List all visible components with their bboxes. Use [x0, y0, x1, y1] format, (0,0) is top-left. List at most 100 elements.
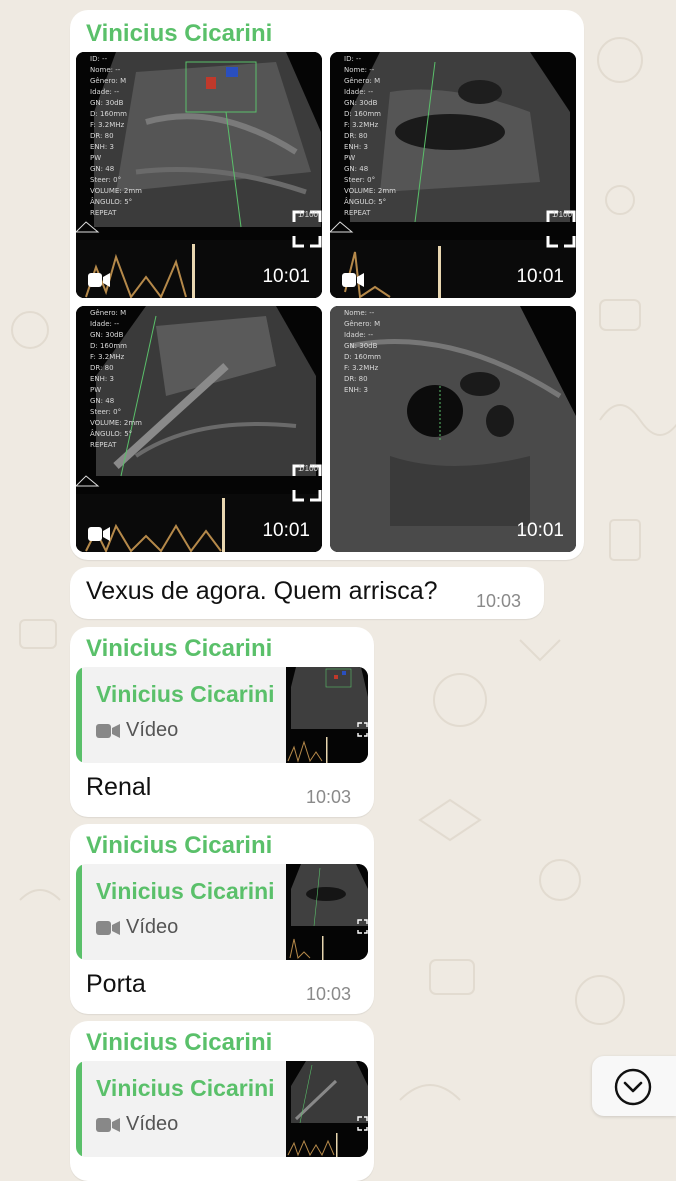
overlay-gain: GN: 30dB [344, 99, 378, 107]
reply-caption-2: Porta [86, 970, 146, 998]
overlay-gain: GN: 30dB [90, 99, 124, 107]
overlay-volume: VOLUME: 2mm [90, 187, 142, 195]
video-camera-icon [96, 724, 120, 738]
video-camera-icon [88, 527, 110, 541]
video-thumbnail-4[interactable]: Nome: -- Gênero: M Idade: -- GN: 30dB D:… [330, 306, 576, 552]
overlay-dr: DR: 80 [90, 132, 114, 140]
overlay-pw: PW [90, 386, 102, 394]
quoted-video-thumbnail-3 [286, 1061, 368, 1157]
overlay-freq: F: 3.2MHz [344, 364, 379, 372]
quote-accent-bar [76, 1061, 82, 1157]
quoted-video-thumbnail-1 [286, 667, 368, 763]
overlay-age: Idade: -- [344, 88, 374, 96]
tile-time-2: 10:01 [516, 266, 564, 287]
overlay-gender: Gênero: M [90, 309, 127, 317]
overlay-angle: ÂNGULO: 5° [344, 198, 387, 206]
video-camera-icon [88, 273, 110, 287]
message-text: Vexus de agora. Quem arrisca? [86, 577, 438, 605]
overlay-steer: Steer: 0° [344, 176, 376, 184]
overlay-dr: DR: 80 [344, 132, 368, 140]
overlay-gn2: GN: 48 [90, 165, 115, 173]
overlay-gn2: GN: 48 [344, 165, 369, 173]
overlay-name: Nome: -- [344, 66, 375, 74]
video-camera-icon [342, 273, 364, 287]
video-thumbnail-1[interactable]: ID: -- Nome: -- Gênero: M Idade: -- GN: … [76, 52, 322, 298]
overlay-repeat: REPEAT [90, 441, 117, 449]
overlay-angle: ÂNGULO: 5° [90, 430, 133, 438]
tile-time-3: 10:01 [262, 520, 310, 541]
video-camera-icon [96, 921, 120, 935]
quoted-message-2[interactable]: Vinicius Cicarini Vídeo [76, 864, 368, 960]
quote-accent-bar [76, 667, 82, 763]
quoted-type-3: Vídeo [126, 1113, 179, 1135]
reply-bubble-3: Vinicius Cicarini Vinicius Cicarini Víde… [70, 1021, 374, 1181]
reply-caption-1: Renal [86, 773, 152, 801]
overlay-pw: PW [90, 154, 102, 162]
overlay-text-block-2: ID: -- Nome: -- Gênero: M Idade: -- GN: … [344, 54, 396, 219]
quoted-sender-1: Vinicius Cicarini [96, 681, 275, 707]
overlay-repeat: REPEAT [90, 209, 117, 217]
overlay-steer: Steer: 0° [90, 176, 122, 184]
overlay-age: Idade: -- [90, 88, 120, 96]
overlay-pw: PW [344, 154, 356, 162]
depth-label-2: 1/100 [551, 210, 572, 219]
reply-sender-name-2[interactable]: Vinicius Cicarini [86, 832, 272, 860]
quoted-type-1: Vídeo [126, 719, 179, 741]
tile-time-1: 10:01 [262, 266, 310, 287]
overlay-depth: D: 160mm [344, 110, 381, 118]
reply-time-2: 10:03 [306, 984, 352, 1004]
text-message-bubble: Vexus de agora. Quem arrisca? 10:03 [70, 567, 544, 619]
quoted-message-3[interactable]: Vinicius Cicarini Vídeo [76, 1061, 368, 1157]
overlay-name: Nome: -- [90, 66, 121, 74]
overlay-text-block-4: Nome: -- Gênero: M Idade: -- GN: 30dB D:… [344, 308, 381, 396]
overlay-depth: D: 160mm [344, 353, 381, 361]
album-sender-name[interactable]: Vinicius Cicarini [86, 20, 272, 48]
video-thumbnail-2[interactable]: ID: -- Nome: -- Gênero: M Idade: -- GN: … [330, 52, 576, 298]
overlay-steer: Steer: 0° [90, 408, 122, 416]
depth-label-3: 1/100 [297, 464, 318, 473]
overlay-depth: D: 160mm [90, 342, 127, 350]
overlay-name: Nome: -- [344, 309, 375, 317]
reply-time-1: 10:03 [306, 787, 352, 807]
message-time: 10:03 [476, 591, 522, 611]
quoted-sender-3: Vinicius Cicarini [96, 1075, 275, 1101]
overlay-text-block-3: Gênero: M Idade: -- GN: 30dB D: 160mm F:… [90, 308, 142, 451]
depth-label-1: 1/100 [297, 210, 318, 219]
overlay-angle: ÂNGULO: 5° [90, 198, 133, 206]
tile-time-4: 10:01 [516, 520, 564, 541]
overlay-enh: ENH: 3 [344, 386, 368, 394]
reply-bubble-1: Vinicius Cicarini Vinicius Cicarini Víde… [70, 627, 374, 817]
reply-sender-name-3[interactable]: Vinicius Cicarini [86, 1029, 272, 1057]
overlay-freq: F: 3.2MHz [90, 353, 125, 361]
scroll-to-bottom-button[interactable] [592, 1056, 676, 1116]
overlay-id: ID: -- [90, 55, 108, 63]
overlay-gain: GN: 30dB [344, 342, 378, 350]
overlay-dr: DR: 80 [344, 375, 368, 383]
overlay-enh: ENH: 3 [344, 143, 368, 151]
quoted-message-1[interactable]: Vinicius Cicarini Vídeo [76, 667, 368, 763]
overlay-enh: ENH: 3 [90, 375, 114, 383]
overlay-age: Idade: -- [90, 320, 120, 328]
video-thumbnail-3[interactable]: Gênero: M Idade: -- GN: 30dB D: 160mm F:… [76, 306, 322, 552]
overlay-dr: DR: 80 [90, 364, 114, 372]
overlay-age: Idade: -- [344, 331, 374, 339]
overlay-gender: Gênero: M [344, 77, 381, 85]
overlay-gender: Gênero: M [344, 320, 381, 328]
overlay-volume: VOLUME: 2mm [90, 419, 142, 427]
overlay-text-block-1: ID: -- Nome: -- Gênero: M Idade: -- GN: … [90, 54, 142, 219]
reply-sender-name-1[interactable]: Vinicius Cicarini [86, 635, 272, 663]
overlay-freq: F: 3.2MHz [344, 121, 379, 129]
quoted-type-2: Vídeo [126, 916, 179, 938]
overlay-gn2: GN: 48 [90, 397, 115, 405]
overlay-enh: ENH: 3 [90, 143, 114, 151]
overlay-gain: GN: 30dB [90, 331, 124, 339]
overlay-depth: D: 160mm [90, 110, 127, 118]
overlay-id: ID: -- [344, 55, 362, 63]
chevron-down-icon [614, 1068, 652, 1106]
media-album-bubble: Vinicius Cicarini ID: -- Nome: -- Gênero… [70, 10, 584, 560]
reply-bubble-2: Vinicius Cicarini Vinicius Cicarini Víde… [70, 824, 374, 1014]
video-camera-icon [96, 1118, 120, 1132]
overlay-freq: F: 3.2MHz [90, 121, 125, 129]
quote-accent-bar [76, 864, 82, 960]
overlay-volume: VOLUME: 2mm [344, 187, 396, 195]
